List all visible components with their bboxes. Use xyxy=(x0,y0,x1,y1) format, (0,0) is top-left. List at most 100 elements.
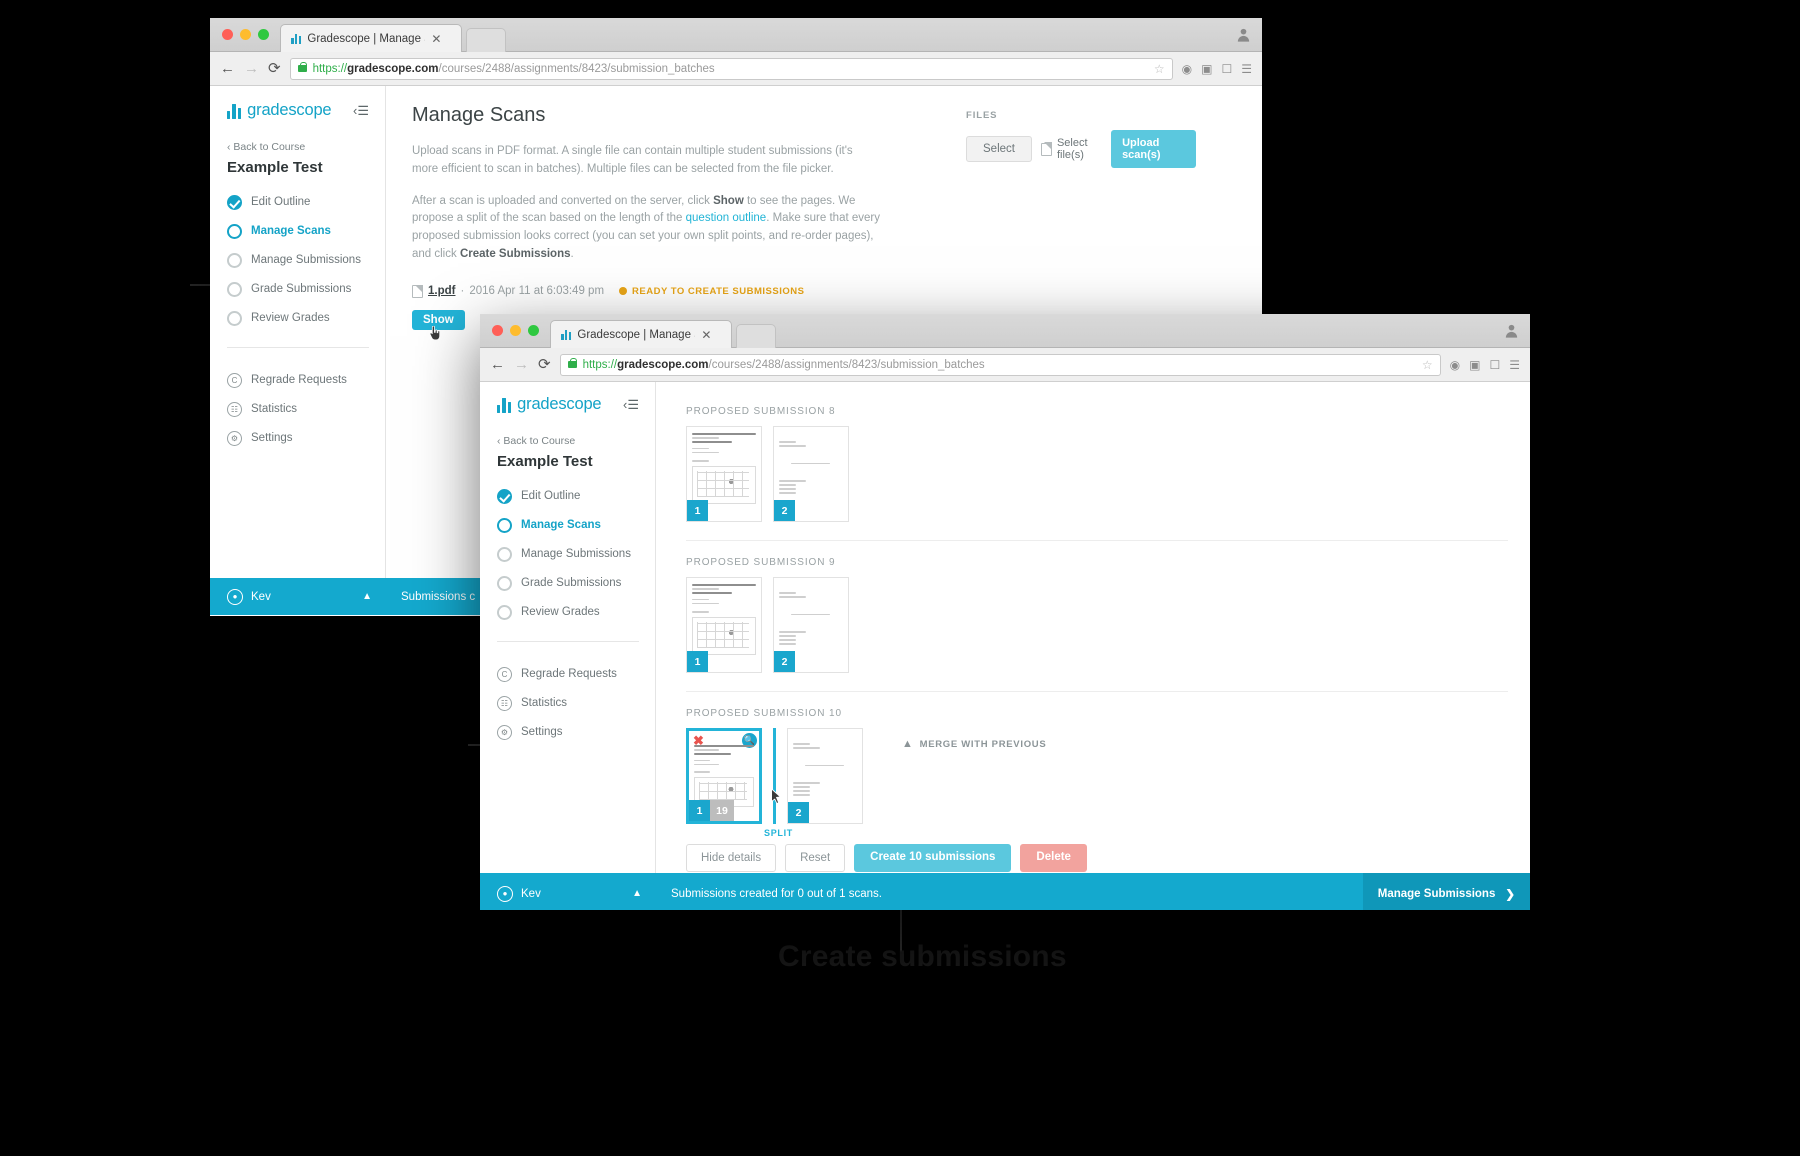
back-icon[interactable]: ← xyxy=(490,357,505,372)
circle-icon xyxy=(227,310,242,326)
camera-icon[interactable]: ▣ xyxy=(1201,62,1212,76)
sidebar-item-label: Settings xyxy=(521,726,563,738)
minimize-window-button[interactable] xyxy=(510,325,521,336)
browser-tab-back[interactable]: Gradescope | Manage Scan ✕ xyxy=(280,24,462,52)
circle-icon xyxy=(227,281,242,297)
collapse-sidebar-icon[interactable]: ‹☰ xyxy=(623,398,639,411)
browser-tab-front[interactable]: Gradescope | Manage Scan ✕ xyxy=(550,320,732,348)
files-label: FILES xyxy=(966,110,998,121)
show-button-label: Show xyxy=(423,313,454,326)
delete-button[interactable]: Delete xyxy=(1020,844,1087,872)
circle-icon xyxy=(497,546,512,562)
back-to-course-link[interactable]: ‹ Back to Course xyxy=(210,119,385,153)
sidebar-item-edit-outline[interactable]: Edit Outline xyxy=(480,482,655,511)
bookmark-star-icon[interactable]: ☆ xyxy=(1154,62,1165,76)
split-divider-handle[interactable] xyxy=(773,728,776,824)
forward-icon[interactable]: → xyxy=(514,357,529,372)
select-button[interactable]: Select xyxy=(966,136,1032,162)
sidebar-item-statistics[interactable]: ☷ Statistics xyxy=(210,395,385,424)
sidebar-item-review-grades[interactable]: Review Grades xyxy=(210,304,385,333)
page-thumbnail[interactable]: 1 xyxy=(686,426,762,522)
window-controls-back[interactable] xyxy=(222,29,269,40)
sidebar-item-grade-submissions[interactable]: Grade Submissions xyxy=(480,569,655,598)
merge-with-previous-button[interactable]: ▲ MERGE WITH PREVIOUS xyxy=(902,738,1046,750)
maximize-window-button[interactable] xyxy=(258,29,269,40)
sidebar-item-settings[interactable]: ⚙ Settings xyxy=(480,718,655,747)
chevron-right-icon: ❯ xyxy=(1505,888,1515,901)
reload-icon[interactable]: ⟳ xyxy=(538,357,551,372)
page-thumbnail[interactable]: 2 xyxy=(773,577,849,673)
intro-paragraph-2: After a scan is uploaded and converted o… xyxy=(412,193,882,264)
profile-icon[interactable] xyxy=(1503,322,1520,339)
new-tab-button[interactable] xyxy=(466,28,506,52)
intro-paragraph-1: Upload scans in PDF format. A single fil… xyxy=(412,145,853,175)
reload-icon[interactable]: ⟳ xyxy=(268,61,281,76)
sidebar-item-manage-submissions[interactable]: Manage Submissions xyxy=(480,540,655,569)
hide-details-button[interactable]: Hide details xyxy=(686,844,777,872)
cast-icon[interactable]: ☐ xyxy=(1221,62,1232,76)
back-to-course-label: Back to Course xyxy=(233,140,306,153)
create-submissions-button[interactable]: Create 10 submissions xyxy=(854,844,1012,872)
split-label[interactable]: SPLIT xyxy=(764,828,793,838)
address-bar[interactable]: https://gradescope.com/courses/2488/assi… xyxy=(289,57,1173,80)
sidebar-item-manage-scans[interactable]: Manage Scans xyxy=(210,217,385,246)
close-window-button[interactable] xyxy=(222,29,233,40)
forward-icon[interactable]: → xyxy=(244,61,259,76)
chevron-up-icon: ▲ xyxy=(632,888,642,899)
map-illustration-icon xyxy=(692,465,756,504)
sidebar-item-review-grades[interactable]: Review Grades xyxy=(480,598,655,627)
collapse-sidebar-icon[interactable]: ‹☰ xyxy=(353,104,369,117)
sidebar-item-regrade-requests[interactable]: C Regrade Requests xyxy=(210,366,385,395)
sidebar-item-manage-submissions[interactable]: Manage Submissions xyxy=(210,246,385,275)
extension-icon[interactable]: ◉ xyxy=(1450,358,1460,372)
bookmark-star-icon[interactable]: ☆ xyxy=(1422,358,1433,372)
question-outline-link[interactable]: question outline xyxy=(686,212,767,224)
menu-icon[interactable]: ☰ xyxy=(1241,62,1252,76)
user-menu-front[interactable]: ● Kev ▲ xyxy=(480,885,656,902)
toolbar-icons: ◉ ▣ ☐ ☰ xyxy=(1450,358,1520,372)
minimize-window-button[interactable] xyxy=(240,29,251,40)
sidebar-item-statistics[interactable]: ☷ Statistics xyxy=(480,689,655,718)
proposed-submission-9: PROPOSED SUBMISSION 9 1 2 xyxy=(686,555,1508,673)
page-thumbnail[interactable]: 1 xyxy=(686,577,762,673)
browser-toolbar-back: ← → ⟳ https://gradescope.com/courses/248… xyxy=(210,52,1262,86)
sidebar-divider xyxy=(227,346,369,348)
close-tab-icon[interactable]: ✕ xyxy=(431,33,441,45)
address-bar[interactable]: https://gradescope.com/courses/2488/assi… xyxy=(559,353,1441,376)
titlebar-back: Gradescope | Manage Scan ✕ xyxy=(210,18,1262,52)
back-icon[interactable]: ← xyxy=(220,61,235,76)
extension-icon[interactable]: ◉ xyxy=(1182,62,1192,76)
window-controls-front[interactable] xyxy=(492,325,539,336)
back-to-course-link[interactable]: ‹ Back to Course xyxy=(480,413,655,447)
file-name-link[interactable]: 1.pdf xyxy=(428,285,455,297)
page-number-badge: 2 xyxy=(774,500,795,521)
sidebar-item-manage-scans[interactable]: Manage Scans xyxy=(480,511,655,540)
regrade-icon: C xyxy=(497,666,512,682)
maximize-window-button[interactable] xyxy=(528,325,539,336)
close-window-button[interactable] xyxy=(492,325,503,336)
menu-icon[interactable]: ☰ xyxy=(1509,358,1520,372)
manage-submissions-cta[interactable]: Manage Submissions ❯ xyxy=(1362,873,1530,910)
user-name: Kev xyxy=(521,887,541,900)
select-files-label: Select file(s) xyxy=(1056,137,1088,161)
show-button[interactable]: Show xyxy=(412,309,465,341)
cast-icon[interactable]: ☐ xyxy=(1489,358,1500,372)
close-tab-icon[interactable]: ✕ xyxy=(701,329,711,341)
page-thumbnail-selected[interactable]: ✖ 🔍 1 19 xyxy=(686,728,762,824)
sidebar-item-settings[interactable]: ⚙ Settings xyxy=(210,424,385,453)
sidebar-item-regrade-requests[interactable]: C Regrade Requests xyxy=(480,660,655,689)
sidebar-item-edit-outline[interactable]: Edit Outline xyxy=(210,188,385,217)
profile-icon[interactable] xyxy=(1235,26,1252,43)
camera-icon[interactable]: ▣ xyxy=(1469,358,1480,372)
sidebar-item-grade-submissions[interactable]: Grade Submissions xyxy=(210,275,385,304)
files-panel: FILES Select Select file(s) Upload scan(… xyxy=(966,110,1196,168)
url-host: gradescope.com xyxy=(617,358,709,371)
brand-name: gradescope xyxy=(247,101,332,119)
lock-icon xyxy=(297,61,307,72)
user-menu-back[interactable]: ● Kev ▲ xyxy=(210,588,386,605)
page-thumbnail[interactable]: 2 xyxy=(787,728,863,824)
new-tab-button[interactable] xyxy=(736,324,776,348)
reset-button[interactable]: Reset xyxy=(785,844,846,872)
page-thumbnail[interactable]: 2 xyxy=(773,426,849,522)
upload-scans-button[interactable]: Upload scan(s) xyxy=(1111,130,1196,168)
